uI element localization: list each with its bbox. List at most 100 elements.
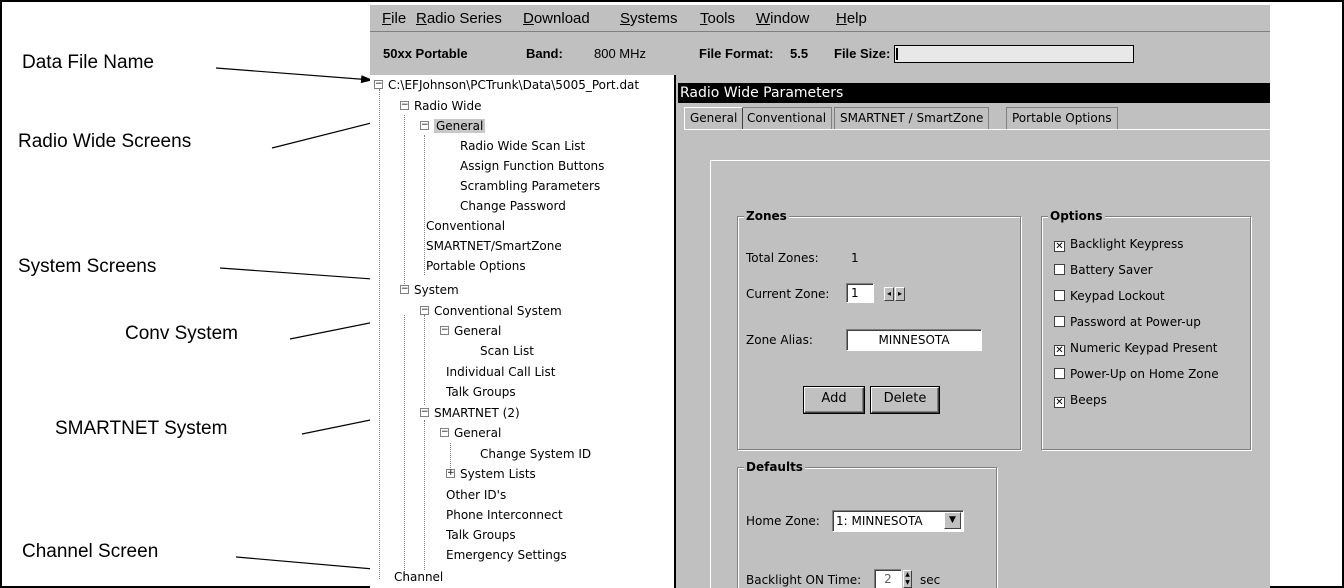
tree-conventional-system[interactable]: Conventional System	[434, 304, 562, 318]
tree-assign-function-buttons[interactable]: Assign Function Buttons	[460, 159, 604, 173]
option-checkbox[interactable]: Power-Up on Home Zone	[1054, 367, 1219, 381]
checkbox-unchecked-icon[interactable]	[1054, 368, 1065, 379]
menu-radio-series[interactable]: Radio Series	[416, 10, 502, 27]
tree-individual-call-list[interactable]: Individual Call List	[446, 365, 555, 379]
option-label: Keypad Lockout	[1070, 289, 1165, 303]
tree-other-ids[interactable]: Other ID's	[446, 488, 506, 502]
tree-change-system-id[interactable]: Change System ID	[480, 447, 591, 461]
option-checkbox[interactable]: Battery Saver	[1054, 263, 1153, 277]
total-zones-label: Total Zones:	[746, 251, 819, 265]
collapse-icon[interactable]: −	[440, 428, 449, 437]
collapse-icon[interactable]: −	[440, 326, 449, 335]
option-checkbox[interactable]: Password at Power-up	[1054, 315, 1201, 329]
tree-line	[424, 135, 425, 275]
collapse-icon[interactable]: −	[374, 80, 383, 89]
option-label: Battery Saver	[1070, 263, 1153, 277]
tree-smartnet-talk-groups[interactable]: Talk Groups	[446, 528, 516, 542]
file-format-label: File Format:	[699, 46, 774, 61]
tree-smartnet-general[interactable]: General	[454, 426, 501, 440]
zones-title: Zones	[744, 209, 789, 223]
option-label: Backlight Keypress	[1070, 237, 1184, 251]
callout-radio-wide-screens: Radio Wide Screens	[18, 131, 192, 152]
tree-emergency-settings[interactable]: Emergency Settings	[446, 548, 567, 562]
tree-smartnet[interactable]: SMARTNET (2)	[434, 406, 520, 420]
callout-smartnet-system: SMARTNET System	[55, 418, 228, 439]
option-checkbox[interactable]: Keypad Lockout	[1054, 289, 1165, 303]
tree-line	[424, 420, 425, 570]
zone-prev-arrow-icon[interactable]: ◂	[884, 287, 894, 301]
panel-title: Radio Wide Parameters	[678, 83, 1270, 103]
tree-conv-talk-groups[interactable]: Talk Groups	[446, 385, 516, 399]
tree-radio-wide-general[interactable]: General	[434, 119, 486, 133]
radio-model: 50xx Portable	[383, 46, 468, 61]
option-checkbox[interactable]: ✕ Beeps	[1054, 393, 1107, 408]
collapse-icon[interactable]: −	[400, 101, 409, 110]
tab-smartnet-smartzone[interactable]: SMARTNET / SmartZone	[834, 107, 990, 129]
tree-scrambling-parameters[interactable]: Scrambling Parameters	[460, 179, 600, 193]
menu-file[interactable]: File	[382, 10, 406, 27]
backlight-on-time-label: Backlight ON Time:	[746, 573, 862, 587]
tree-view[interactable]: − C:\EFJohnson\PCTrunk\Data\5005_Port.da…	[370, 75, 676, 588]
chevron-down-icon[interactable]: ▼	[944, 512, 961, 529]
checkbox-unchecked-icon[interactable]	[1054, 316, 1065, 327]
general-tab-page: Zones Total Zones: 1 Current Zone: 1 ◂ ▸…	[710, 160, 1270, 588]
current-zone-input[interactable]: 1	[846, 283, 874, 303]
tree-system-lists[interactable]: System Lists	[460, 467, 536, 481]
zone-alias-input[interactable]: MINNESOTA	[846, 329, 982, 351]
band-value: 800 MHz	[594, 46, 647, 61]
tab-general[interactable]: General	[684, 107, 744, 129]
checkbox-checked-icon[interactable]: ✕	[1054, 241, 1065, 252]
tree-channel[interactable]: Channel	[394, 570, 443, 584]
collapse-icon[interactable]: −	[420, 121, 429, 130]
option-checkbox[interactable]: ✕ Numeric Keypad Present	[1054, 341, 1218, 356]
tree-conventional[interactable]: Conventional	[426, 219, 505, 233]
tree-radio-wide[interactable]: Radio Wide	[414, 99, 481, 113]
menu-help[interactable]: Help	[836, 10, 867, 27]
menu-systems[interactable]: Systems	[620, 10, 678, 27]
checkbox-unchecked-icon[interactable]	[1054, 264, 1065, 275]
collapse-icon[interactable]: −	[400, 285, 409, 294]
tree-line	[404, 115, 405, 290]
tree-line	[404, 315, 405, 580]
options-title: Options	[1048, 209, 1105, 223]
current-zone-label: Current Zone:	[746, 287, 830, 301]
checkbox-checked-icon[interactable]: ✕	[1054, 397, 1065, 408]
tab-portable-options[interactable]: Portable Options	[1006, 107, 1118, 129]
spinner-arrows-icon[interactable]: ▲ ▼	[903, 570, 912, 588]
options-group: Options ✕ Backlight Keypress Battery Saver…	[1041, 209, 1251, 450]
tree-conv-general[interactable]: General	[454, 324, 501, 338]
file-size-label: File Size:	[834, 46, 891, 61]
tree-scan-list[interactable]: Scan List	[480, 344, 534, 358]
option-label: Password at Power-up	[1070, 315, 1201, 329]
collapse-icon[interactable]: −	[420, 408, 429, 417]
tab-conventional[interactable]: Conventional	[741, 107, 833, 129]
menu-download[interactable]: Download	[523, 10, 590, 27]
backlight-on-time-input[interactable]: 2	[874, 569, 902, 588]
tree-radio-wide-scan-list[interactable]: Radio Wide Scan List	[460, 139, 585, 153]
zones-group: Zones Total Zones: 1 Current Zone: 1 ◂ ▸…	[737, 209, 1021, 450]
zone-next-arrow-icon[interactable]: ▸	[895, 287, 905, 301]
tab-divider	[684, 129, 1270, 130]
tree-root-file[interactable]: C:\EFJohnson\PCTrunk\Data\5005_Port.dat	[388, 78, 639, 92]
callout-data-file-name: Data File Name	[22, 52, 154, 73]
option-checkbox[interactable]: ✕ Backlight Keypress	[1054, 237, 1183, 252]
option-label: Beeps	[1070, 393, 1107, 407]
home-zone-label: Home Zone:	[746, 514, 820, 528]
menu-tools[interactable]: Tools	[700, 10, 735, 27]
callout-conv-system: Conv System	[125, 323, 238, 344]
callout-system-screens: System Screens	[18, 256, 157, 277]
delete-zone-button[interactable]: Delete	[870, 386, 940, 414]
checkbox-unchecked-icon[interactable]	[1054, 290, 1065, 301]
tree-change-password[interactable]: Change Password	[460, 199, 566, 213]
collapse-icon[interactable]: −	[420, 306, 429, 315]
tree-portable-options[interactable]: Portable Options	[426, 259, 526, 273]
menu-window[interactable]: Window	[756, 10, 809, 27]
expand-icon[interactable]: +	[446, 469, 455, 478]
add-zone-button[interactable]: Add	[803, 386, 865, 414]
defaults-group: Defaults Home Zone: 1: MINNESOTA ▼ Backl…	[737, 460, 997, 588]
tree-smartnet-smartzone[interactable]: SMARTNET/SmartZone	[426, 239, 562, 253]
tree-phone-interconnect[interactable]: Phone Interconnect	[446, 508, 563, 522]
defaults-title: Defaults	[744, 460, 805, 474]
tree-system[interactable]: System	[414, 283, 459, 297]
checkbox-checked-icon[interactable]: ✕	[1054, 345, 1065, 356]
